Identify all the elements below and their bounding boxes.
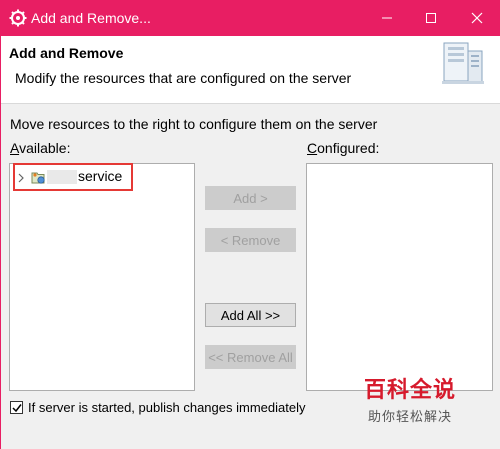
page-title: Add and Remove <box>9 45 124 61</box>
watermark-title: 百科全说 <box>363 378 456 403</box>
server-icon <box>438 41 488 92</box>
publish-checkbox[interactable] <box>10 401 23 414</box>
maximize-icon <box>426 13 436 23</box>
wizard-banner: Add and Remove Modify the resources that… <box>1 36 500 104</box>
remove-all-button[interactable]: << Remove All <box>205 345 296 369</box>
available-label: Available: <box>10 140 71 156</box>
configured-label: Configured: <box>307 140 380 156</box>
configured-resources-list[interactable] <box>306 163 493 391</box>
add-button[interactable]: Add > <box>205 186 296 210</box>
remove-button[interactable]: < Remove <box>205 228 296 252</box>
close-icon <box>471 12 483 24</box>
minimize-icon <box>382 17 392 19</box>
minimize-button[interactable] <box>365 0 409 36</box>
highlight-annotation <box>13 163 133 191</box>
add-all-button[interactable]: Add All >> <box>205 303 296 327</box>
wizard-content: Move resources to the right to configure… <box>1 104 500 449</box>
gear-icon <box>9 9 27 27</box>
available-resources-list[interactable]: service <box>9 163 195 391</box>
close-button[interactable] <box>453 0 500 36</box>
instruction-text: Move resources to the right to configure… <box>10 116 378 132</box>
checkmark-icon <box>12 404 22 413</box>
dialog-window: Add and Remove... Add and Remove Modify … <box>0 0 500 449</box>
watermark-subtitle: 助你轻松解决 <box>367 410 452 425</box>
page-description: Modify the resources that are configured… <box>15 70 352 86</box>
publish-checkbox-label: If server is started, publish changes im… <box>28 400 306 415</box>
watermark: 百科全说 助你轻松解决 <box>356 372 464 425</box>
window-title: Add and Remove... <box>31 10 151 26</box>
title-bar: Add and Remove... <box>1 0 500 36</box>
maximize-button[interactable] <box>409 0 453 36</box>
